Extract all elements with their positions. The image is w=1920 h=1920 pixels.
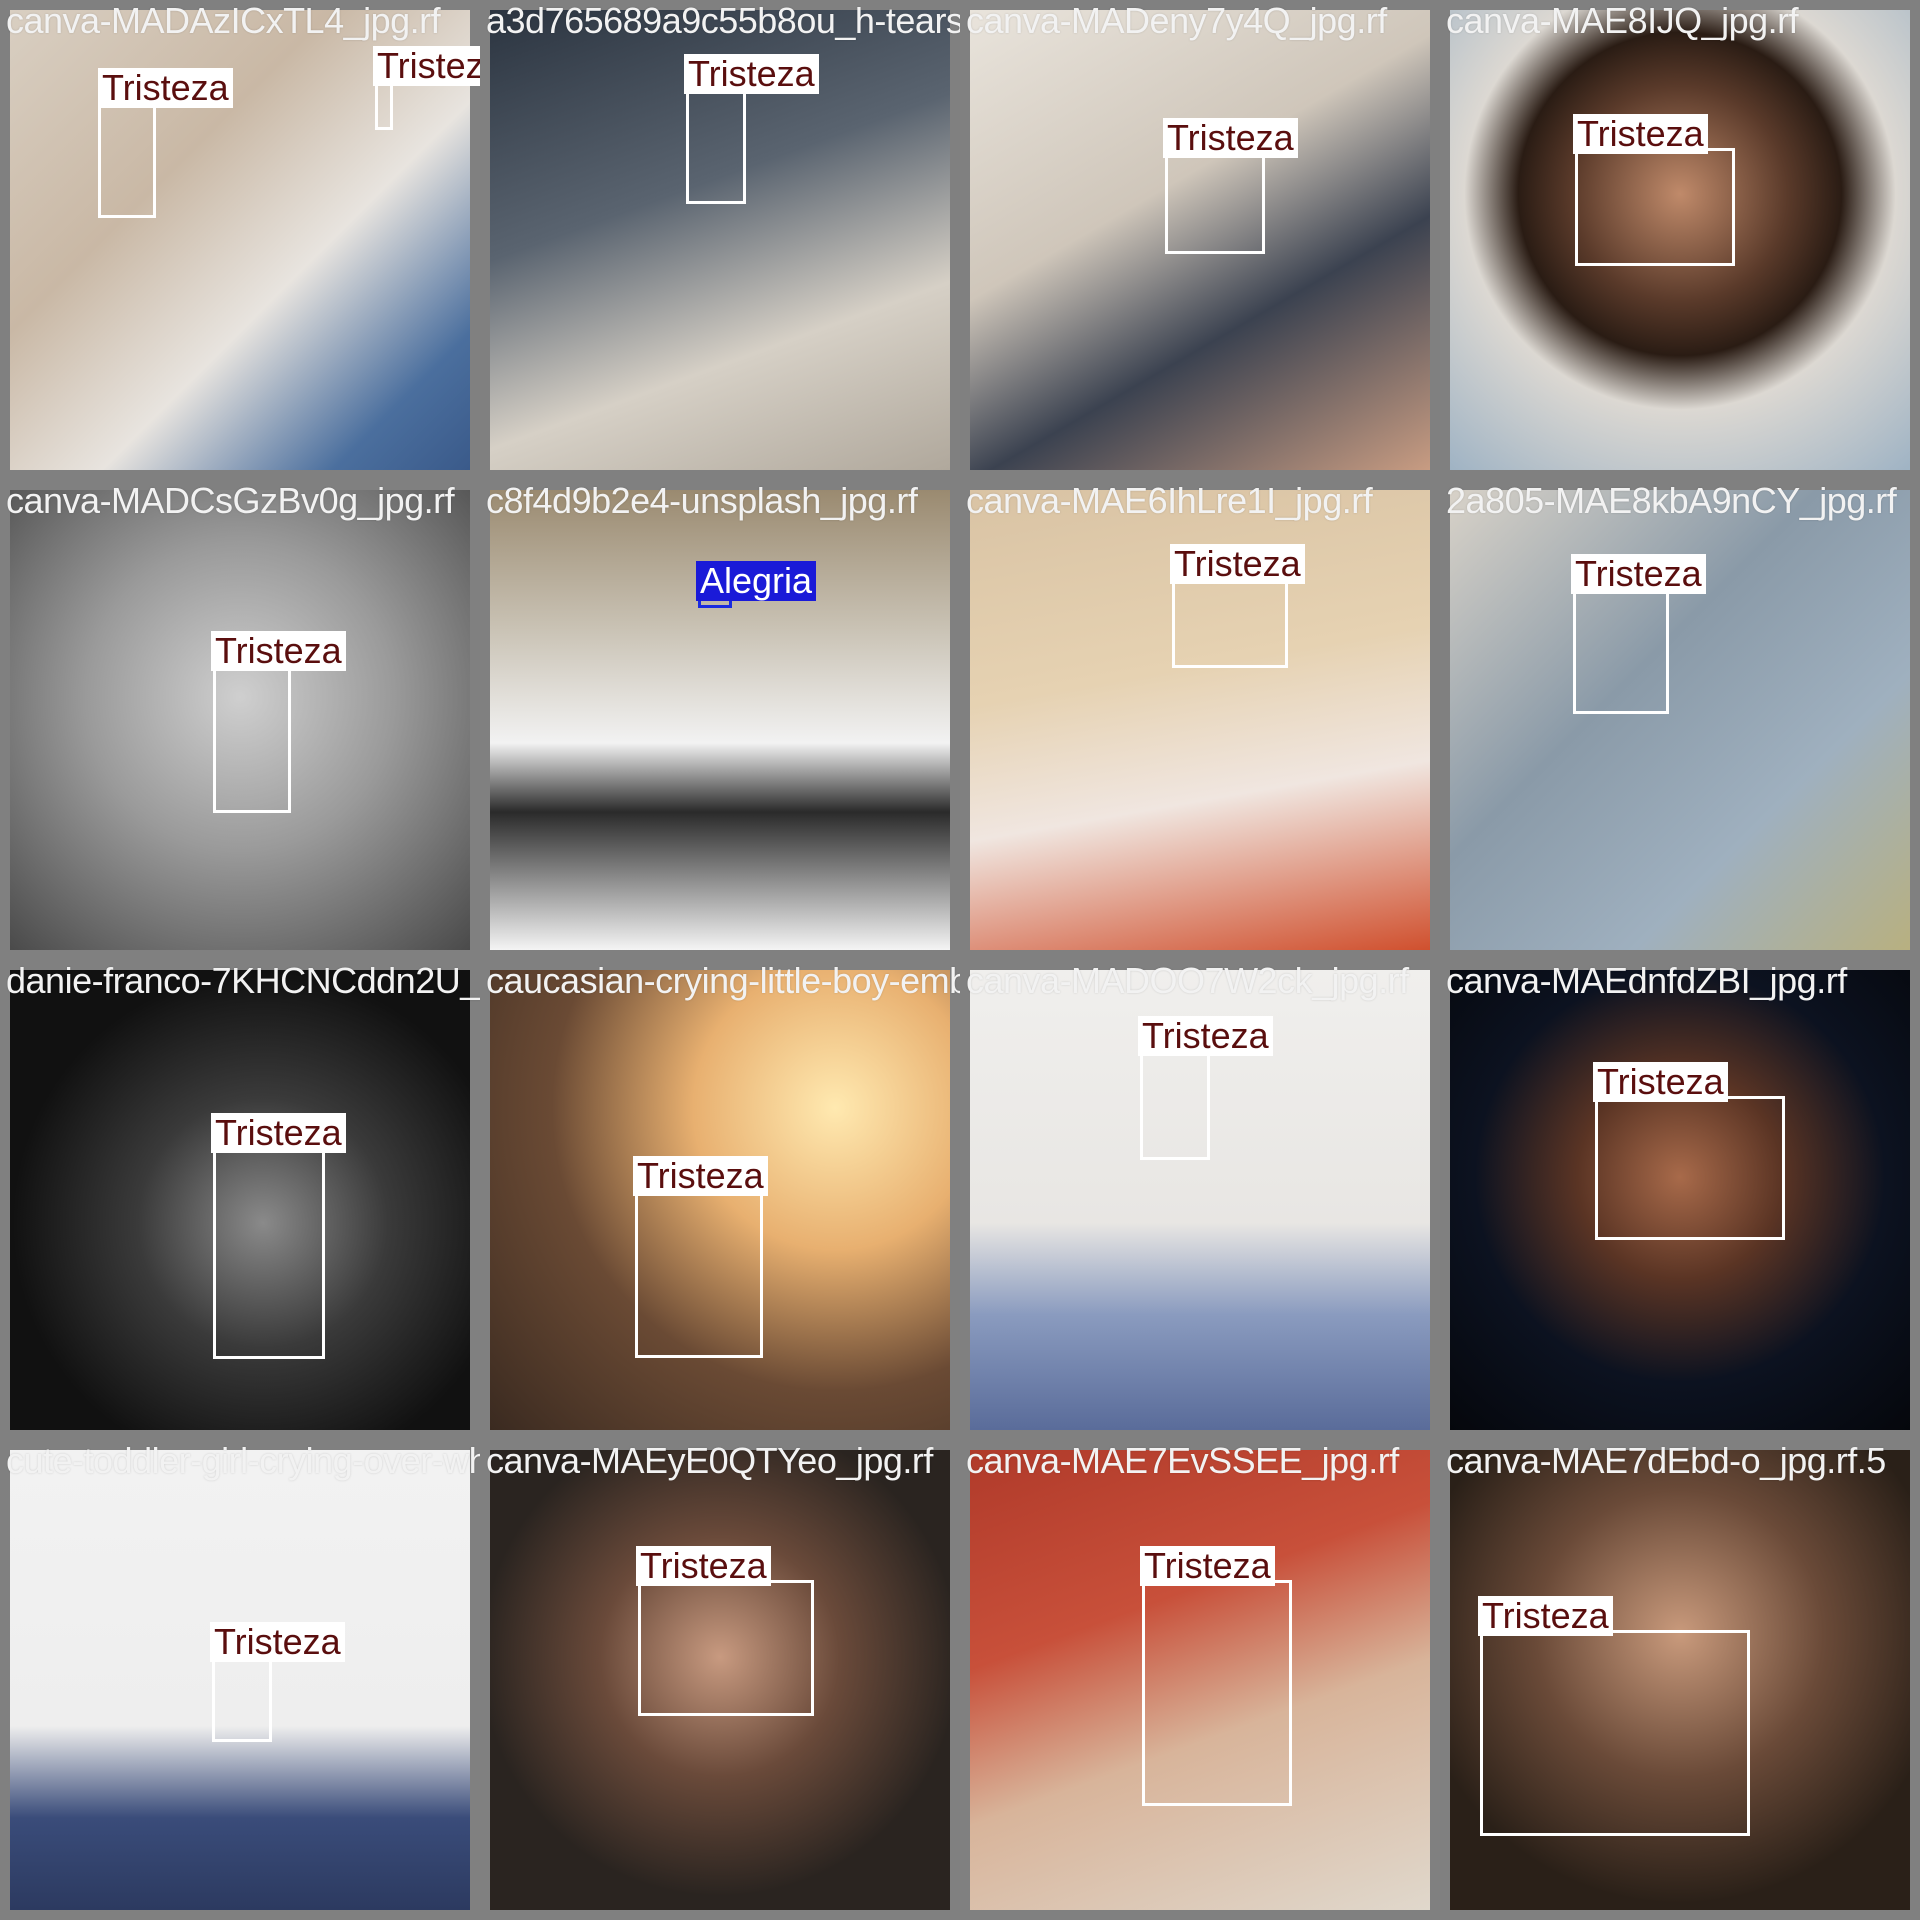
detection-grid: canva-MADAzICxTL4_jpg.rf Tristeza Tristez a… <box>0 0 1920 1920</box>
result-tile: caucasian-crying-little-boy-embracing Tri… <box>480 960 960 1440</box>
result-tile: canva-MADOO7W2ck_jpg.rf Tristeza <box>960 960 1440 1440</box>
detection-box <box>635 1190 763 1358</box>
detection-label: Tristeza <box>1170 544 1305 584</box>
tile-filename: canva-MADCsGzBv0g_jpg.rf <box>6 480 455 521</box>
tile-filename: 2a805-MAE8kbA9nCY_jpg.rf <box>1446 480 1897 521</box>
result-tile: 2a805-MAE8kbA9nCY_jpg.rf Tristeza <box>1440 480 1920 960</box>
detection-box <box>1595 1096 1785 1240</box>
detection-box <box>686 88 746 204</box>
detection-label: Alegria <box>696 561 817 601</box>
tile-filename: a3d765689a9c55b8ou_h-tears_jpg.rf <box>486 0 960 41</box>
result-tile: a3d765689a9c55b8ou_h-tears_jpg.rf Tristez… <box>480 0 960 480</box>
detection-box <box>1172 578 1288 668</box>
detection-box <box>1165 150 1265 254</box>
detection-box <box>1575 148 1735 266</box>
detection-label: Tristeza <box>1138 1016 1273 1056</box>
detection-label: Tristeza <box>1478 1596 1613 1636</box>
tile-filename: cute-toddler-girl-crying-over-white_jpg <box>6 1440 480 1481</box>
detection-label: Tristeza <box>211 631 346 671</box>
detection-label: Tristeza <box>98 68 233 108</box>
result-tile: canva-MAE7dEbd-o_jpg.rf.5 Tristeza <box>1440 1440 1920 1920</box>
tile-filename: canva-MAE7EvSSEE_jpg.rf <box>966 1440 1399 1481</box>
detection-box <box>375 80 393 130</box>
tile-filename: canva-MADeny7y4Q_jpg.rf <box>966 0 1387 41</box>
detection-label: Tristeza <box>1573 114 1708 154</box>
detection-box <box>1573 588 1669 714</box>
tile-filename: canva-MAEyE0QTYeo_jpg.rf <box>486 1440 933 1481</box>
tile-filename: canva-MAE7dEbd-o_jpg.rf.5 <box>1446 1440 1886 1481</box>
result-tile: canva-MAE6IhLre1I_jpg.rf Tristeza <box>960 480 1440 960</box>
detection-box <box>213 665 291 813</box>
detection-box <box>98 100 156 218</box>
detection-box <box>1140 1050 1210 1160</box>
result-tile: canva-MADAzICxTL4_jpg.rf Tristeza Tristeza <box>0 0 480 480</box>
result-tile: canva-MAEyE0QTYeo_jpg.rf Tristeza <box>480 1440 960 1920</box>
tile-filename: danie-franco-7KHCNCddn2U_unsplash_jpg <box>6 960 480 1001</box>
detection-label: Tristeza <box>633 1156 768 1196</box>
detection-label: Tristeza <box>1140 1546 1275 1586</box>
result-tile: canva-MAE7EvSSEE_jpg.rf Tristeza <box>960 1440 1440 1920</box>
tile-filename: caucasian-crying-little-boy-embracing <box>486 960 960 1001</box>
result-tile: cute-toddler-girl-crying-over-white_jpg T… <box>0 1440 480 1920</box>
detection-label: Tristeza <box>636 1546 771 1586</box>
detection-label: Tristeza <box>211 1113 346 1153</box>
result-tile: canva-MADeny7y4Q_jpg.rf Tristeza <box>960 0 1440 480</box>
detection-label: Tristeza <box>373 46 480 86</box>
tile-filename: canva-MAEdnfdZBI_jpg.rf <box>1446 960 1847 1001</box>
detection-label: Tristeza <box>1571 554 1706 594</box>
result-tile: canva-MADCsGzBv0g_jpg.rf Tristeza <box>0 480 480 960</box>
tile-filename: canva-MADAzICxTL4_jpg.rf <box>6 0 441 41</box>
detection-box <box>1480 1630 1750 1836</box>
result-tile: c8f4d9b2e4-unsplash_jpg.rf Alegria <box>480 480 960 960</box>
result-tile: canva-MAEdnfdZBI_jpg.rf Tristeza <box>1440 960 1920 1440</box>
tile-filename: canva-MAE8IJQ_jpg.rf <box>1446 0 1799 41</box>
tile-photo <box>490 490 950 950</box>
tile-filename: c8f4d9b2e4-unsplash_jpg.rf <box>486 480 918 521</box>
tile-filename: canva-MAE6IhLre1I_jpg.rf <box>966 480 1373 521</box>
result-tile: danie-franco-7KHCNCddn2U_unsplash_jpg Tri… <box>0 960 480 1440</box>
detection-box <box>212 1656 272 1742</box>
detection-box <box>638 1580 814 1716</box>
result-tile: canva-MAE8IJQ_jpg.rf Tristeza <box>1440 0 1920 480</box>
detection-label: Tristeza <box>210 1622 345 1662</box>
detection-box <box>213 1147 325 1359</box>
detection-box <box>1142 1580 1292 1806</box>
tile-filename: canva-MADOO7W2ck_jpg.rf <box>966 960 1409 1001</box>
detection-label: Tristeza <box>1593 1062 1728 1102</box>
detection-label: Tristeza <box>684 54 819 94</box>
detection-label: Tristeza <box>1163 118 1298 158</box>
